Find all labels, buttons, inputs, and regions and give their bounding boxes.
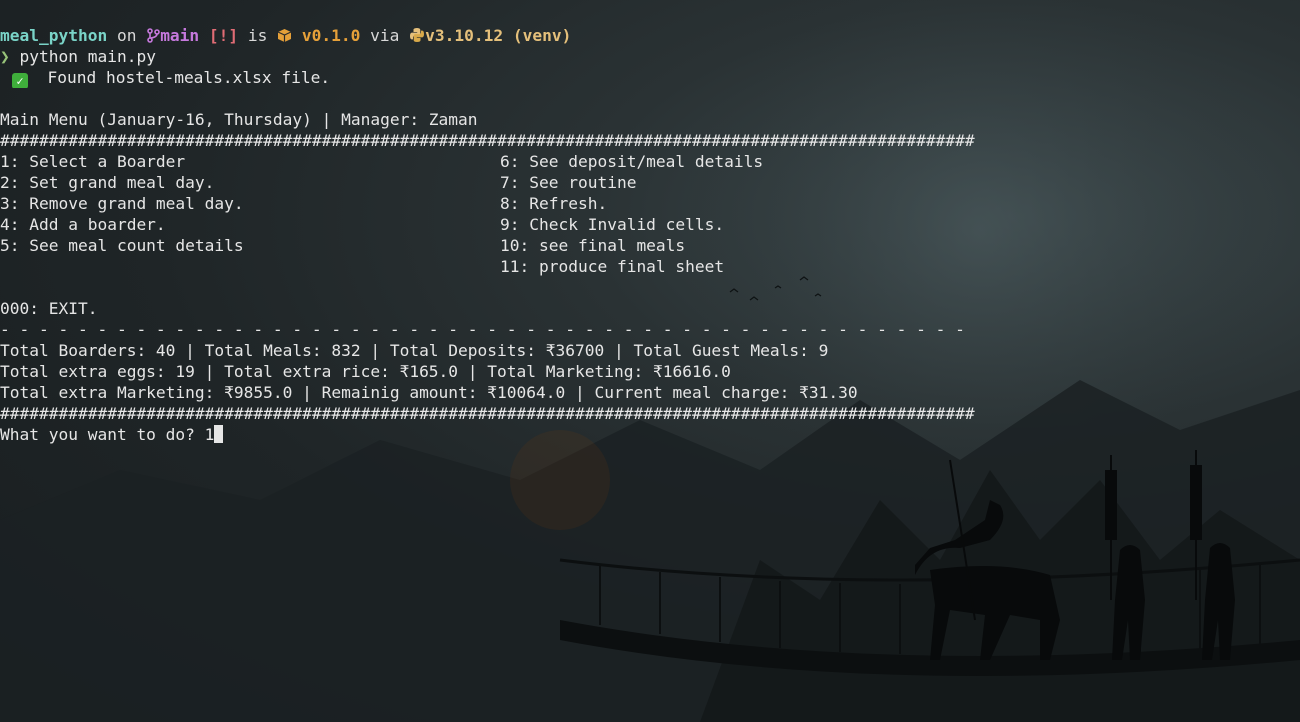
prompt-via-text: via: [360, 26, 410, 45]
command-line: ❯ python main.py: [0, 46, 1300, 67]
menu-item-1: 1: Select a Boarder: [0, 152, 186, 171]
menu-row: 11: produce final sheet: [0, 256, 1300, 277]
venv-label: (venv): [512, 26, 572, 45]
menu-item-9: 9: Check Invalid cells.: [500, 215, 725, 234]
menu-row: 1: Select a Boarder 6: See deposit/meal d…: [0, 151, 1300, 172]
menu-item-3: 3: Remove grand meal day.: [0, 194, 244, 213]
menu-exit-item: 000: EXIT.: [0, 299, 98, 318]
menu-item-6: 6: See deposit/meal details: [500, 152, 764, 171]
input-value[interactable]: 1: [205, 425, 215, 444]
menu-item-11: 11: produce final sheet: [500, 257, 725, 276]
menu-row: 2: Set grand meal day. 7: See routine: [0, 172, 1300, 193]
menu-separator-top: ########################################…: [0, 131, 975, 150]
prompt-is-text: is: [238, 26, 278, 45]
git-branch-icon: [146, 27, 160, 46]
stats-line-3: Total extra Marketing: ₹9855.0 | Remaini…: [0, 383, 858, 402]
prompt-on-text: on: [107, 26, 147, 45]
command-text: python main.py: [19, 47, 156, 66]
git-status: [!]: [208, 26, 239, 45]
text-cursor: [214, 425, 224, 443]
menu-item-2: 2: Set grand meal day.: [0, 173, 215, 192]
prompt-directory: meal_python: [0, 26, 108, 45]
menu-item-4: 4: Add a boarder.: [0, 215, 166, 234]
found-file-line: ✓ Found hostel-meals.xlsx file.: [0, 67, 1300, 88]
menu-row: 4: Add a boarder. 9: Check Invalid cells.: [0, 214, 1300, 235]
menu-separator-bottom: ########################################…: [0, 404, 975, 423]
prompt-char: ❯: [0, 47, 10, 66]
python-version: v3.10.12: [425, 26, 504, 45]
stats-line-2: Total extra eggs: 19 | Total extra rice:…: [0, 362, 731, 381]
menu-item-10: 10: see final meals: [500, 236, 686, 255]
menu-row: 3: Remove grand meal day. 8: Refresh.: [0, 193, 1300, 214]
found-file-text: Found hostel-meals.xlsx file.: [47, 68, 331, 87]
input-line[interactable]: What you want to do? 1: [0, 424, 1300, 445]
menu-item-8: 8: Refresh.: [500, 194, 608, 213]
input-question: What you want to do?: [0, 425, 205, 444]
git-branch-name: main: [160, 26, 200, 45]
check-mark-icon: ✓: [12, 73, 28, 88]
stats-line-1: Total Boarders: 40 | Total Meals: 832 | …: [0, 341, 829, 360]
dash-separator: - - - - - - - - - - - - - - - - - - - - …: [0, 320, 965, 339]
package-version: v0.1.0: [301, 26, 361, 45]
package-icon: [277, 27, 292, 46]
menu-item-7: 7: See routine: [500, 173, 637, 192]
terminal-output: meal_python on main [!] is v0.1.0 via v3…: [0, 25, 1300, 445]
menu-row: 5: See meal count details 10: see final m…: [0, 235, 1300, 256]
shell-prompt-line: meal_python on main [!] is v0.1.0 via v3…: [0, 25, 1300, 46]
menu-item-5: 5: See meal count details: [0, 236, 244, 255]
python-icon: [409, 27, 425, 46]
menu-header: Main Menu (January-16, Thursday) | Manag…: [0, 110, 478, 129]
